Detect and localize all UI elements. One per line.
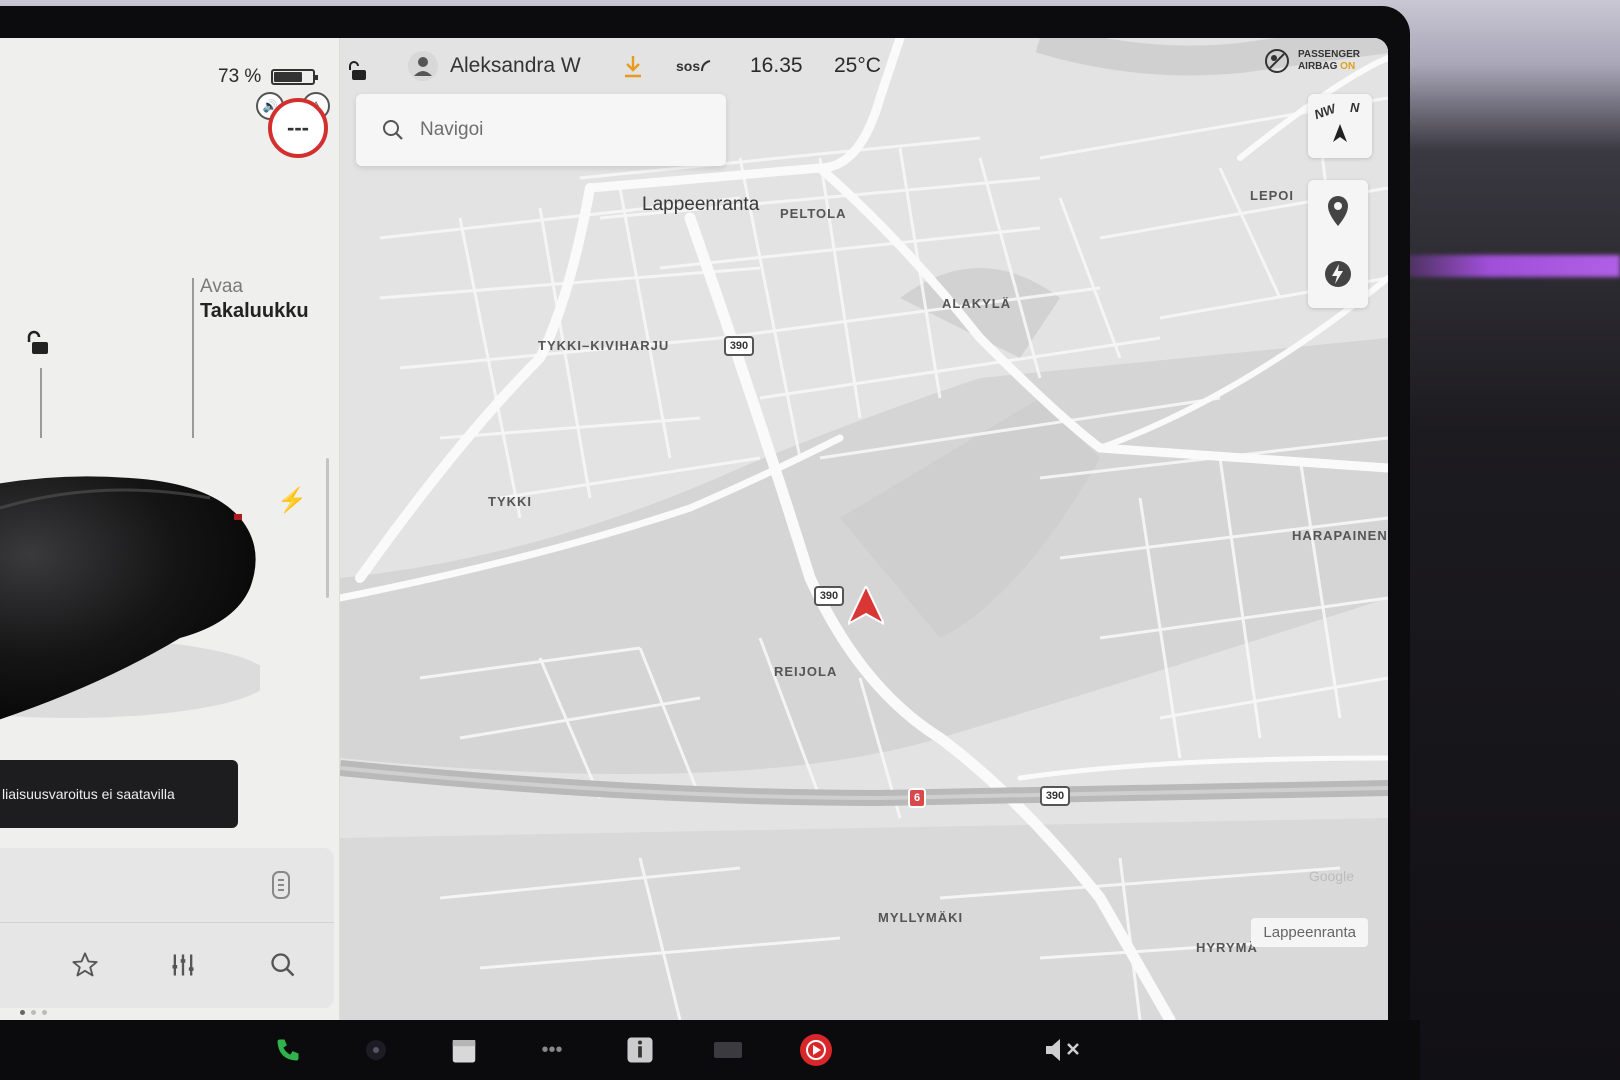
compass-button[interactable]: NW N [1308,94,1372,158]
trunk-button[interactable]: Avaa Takaluukku [200,276,309,323]
battery-indicator: 73 % [218,66,319,88]
driver-name: Aleksandra W [450,54,581,77]
place-myllymaki: MYLLYMÄKI [878,910,964,925]
toast-text: liaisuusvaroitus ei saatavilla [2,786,175,802]
car-panel: 73 % 🔊 ⚠ --- Avaa Takaluukku [0,38,340,1020]
trunk-label: Takaluukku [200,300,309,322]
trunk-divider [192,278,194,438]
download-icon[interactable] [622,54,644,80]
search-icon[interactable] [266,948,300,982]
calendar-icon[interactable] [444,1030,484,1070]
road-number: 390 [729,340,749,352]
driver-profile-button[interactable]: Aleksandra W [408,48,581,84]
door-divider [40,368,42,438]
place-tykki: TYKKI [488,494,532,509]
charging-station-icon[interactable] [1324,260,1352,288]
safety-warning-toast: liaisuusvaroitus ei saatavilla [0,760,238,828]
airbag-line2: AIRBAG [1297,61,1338,72]
city-label-lappeenranta: Lappeenranta [642,194,760,215]
media-player-icon[interactable] [796,1030,836,1070]
seat-heater-icon[interactable] [264,868,298,902]
vehicle-position-arrow [848,586,884,625]
place-reijola: REIJOLA [774,664,838,679]
map-view[interactable]: Aleksandra W sos 16.35 25°C PASSENGER AI… [340,38,1388,1020]
battery-fill [274,72,303,82]
map-poi-controls [1308,180,1368,308]
equalizer-icon[interactable] [166,948,200,982]
taskbar: ••• [0,1020,1420,1080]
photo-background: 73 % 🔊 ⚠ --- Avaa Takaluukku [0,0,1620,1080]
volume-muted-icon[interactable] [1044,1030,1084,1070]
compass-nw: NW [1312,100,1338,123]
speed-limit-value: --- [287,115,309,140]
lock-status-icon[interactable] [348,60,370,82]
road-number: 6 [913,792,921,804]
current-location-chip[interactable]: Lappeenranta [1251,918,1368,947]
road-shield-6: 6 [908,788,926,808]
card-separator [0,922,334,923]
navigation-search-bar[interactable] [356,94,726,166]
sos-button[interactable]: sos [676,48,714,84]
star-icon[interactable] [68,948,102,982]
place-alakyla: ALAKYLÄ [942,296,1012,311]
trunk-action: Avaa [200,276,243,297]
battery-percent: 73 % [218,66,262,87]
ambient-light [1400,255,1620,277]
phone-signal-icon [701,60,711,72]
airbag-icon [1264,49,1289,73]
road-number: 390 [1045,790,1065,802]
map-attribution: Google [1308,868,1354,884]
place-peltola: PELTOLA [780,206,847,221]
clock: 16.35 [750,48,803,84]
clock-time: 16.35 [750,54,803,77]
airbag-state: ON [1340,61,1356,72]
compass-n: N [1350,100,1360,115]
passenger-airbag-indicator: PASSENGER AIRBAG ON [1264,48,1360,74]
place-hyryma: HYRYMÄ [1196,940,1258,955]
place-harapainen: HARAPAINEN [1292,528,1388,543]
speed-limit-sign: --- [268,98,328,158]
road-number: 390 [819,590,839,602]
more-apps-icon[interactable]: ••• [532,1030,572,1070]
info-icon[interactable] [620,1030,660,1070]
navigation-search-input[interactable] [420,119,680,141]
quick-controls-card [0,848,334,1008]
map-canvas[interactable] [340,38,1388,1020]
place-tykki-kiviharju: TYKKI–KIVIHARJU [538,338,670,353]
car-render [0,476,260,720]
touchscreen: 73 % 🔊 ⚠ --- Avaa Takaluukku [0,38,1388,1020]
outside-temperature: 25°C [834,48,881,84]
phone-icon[interactable] [268,1030,308,1070]
profile-icon [408,51,438,81]
heading-arrow-icon [1333,124,1347,142]
place-lepoi: LEPOI [1250,188,1295,203]
unlock-icon[interactable] [26,330,52,356]
road-shield-390: 390 [1040,786,1070,806]
panel-scrollbar[interactable] [326,458,329,598]
charge-port-icon[interactable]: ⚡ [277,486,307,515]
airbag-line1: PASSENGER [1297,49,1360,60]
map-pin-icon[interactable] [1327,196,1349,226]
dashcam-icon[interactable] [708,1030,748,1070]
road-shield-390: 390 [724,336,754,356]
temperature-value: 25°C [834,54,881,77]
search-icon [383,120,403,140]
road-shield-390: 390 [814,586,844,606]
camera-icon[interactable] [356,1030,396,1070]
sos-label: sos [676,58,701,74]
battery-icon [271,69,319,85]
page-dots [20,1010,47,1015]
